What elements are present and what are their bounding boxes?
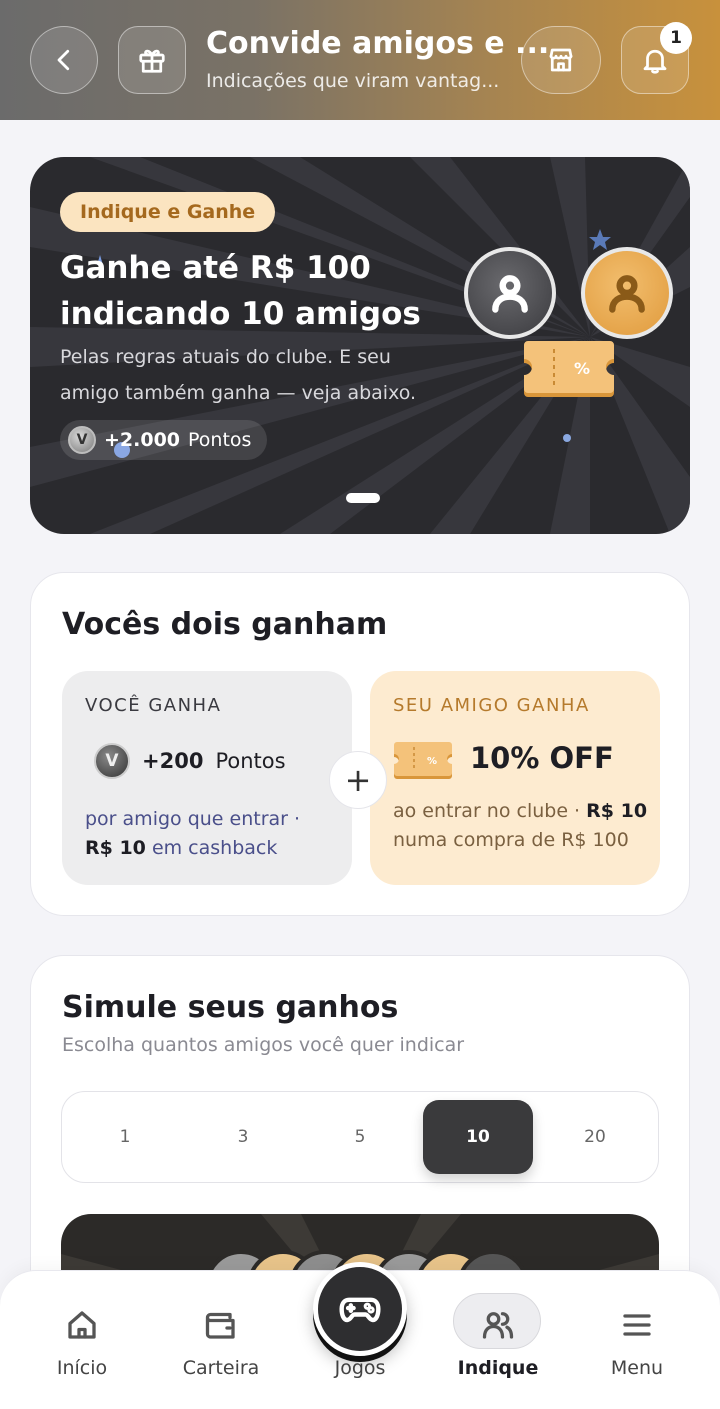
hero-points-pill: V +2.000 Pontos [60,420,268,460]
hero-description: Pelas regras atuais do clube. E seu amig… [60,339,460,411]
both-win-title: Vocês dois ganham [62,607,388,642]
hero-desc-line2: amigo também ganha — veja abaixo. [60,382,417,404]
friend-win-description: ao entrar no clube · R$ 10 numa compra d… [393,797,653,855]
friends-count-selector: 1 3 5 10 20 [61,1091,659,1183]
option-10-friends[interactable]: 10 [423,1100,533,1174]
menu-icon [623,1314,651,1336]
you-desc-line2: em cashback [145,837,278,859]
nav-label-menu: Menu [610,1357,664,1379]
nav-label-carteira: Carteira [182,1357,260,1379]
coin-letter: V [105,751,119,771]
gift-icon [139,49,165,73]
plus-icon: + [329,751,387,809]
hero-banner[interactable]: Indique e Ganhe Ganhe até R$ 100 indican… [30,157,690,534]
you-win-description: por amigo que entrar · R$ 10 em cashback [85,805,335,863]
hero-tag: Indique e Ganhe [60,192,276,232]
users-icon [482,1312,514,1339]
nav-item-indique[interactable]: Indique [433,1271,563,1409]
nav-label-indique: Indique [457,1357,539,1379]
games-fab-button[interactable] [313,1262,407,1356]
hero-title-line1: Ganhe até R$ 100 [60,250,371,286]
friend-desc-line1: ao entrar no clube · [393,800,587,822]
nav-item-carteira[interactable]: Carteira [156,1271,286,1409]
you-win-label: VOCÊ GANHA [85,695,222,716]
option-5-friends[interactable]: 5 [305,1100,415,1174]
points-coin-icon: V [94,743,130,779]
hero-points-unit: Pontos [188,429,252,451]
you-points-unit: Pontos [215,749,286,773]
nav-label-inicio: Início [56,1357,108,1379]
friend-desc-bold: R$ 10 [586,800,648,822]
store-button[interactable] [521,26,601,94]
you-win-box: VOCÊ GANHA V +200 Pontos por amigo que e… [62,671,352,885]
back-button[interactable] [30,26,98,94]
coin-letter: V [76,432,88,448]
friend-win-box: SEU AMIGO GANHA % 10% OFF ao entrar no c… [370,671,660,885]
simulate-title: Simule seus ganhos [62,990,399,1025]
page-title: Convide amigos e ... [206,26,550,61]
points-coin-icon: V [68,426,96,454]
hero-title: Ganhe até R$ 100 indicando 10 amigos [60,245,460,337]
friend-desc-line2: numa compra de R$ 100 [393,829,629,851]
friend-avatar-icon [581,247,673,339]
you-win-points: V +200 Pontos [94,743,286,779]
you-desc-line1: por amigo que entrar · [85,808,301,830]
app-header: Convide amigos e ... Indicações que vira… [0,0,720,120]
hero-title-line2: indicando 10 amigos [60,296,421,332]
both-win-card: Vocês dois ganham VOCÊ GANHA V +200 Pont… [30,572,690,916]
simulate-subtitle: Escolha quantos amigos você quer indicar [62,1034,465,1056]
page-subtitle: Indicações que viram vantag... [206,70,500,92]
discount-ticket-icon: % [524,341,614,397]
you-desc-bold: R$ 10 [85,837,146,859]
user-avatar-icon [464,247,556,339]
wallet-icon [205,1312,235,1339]
carousel-indicator[interactable] [346,493,380,503]
notification-badge: 1 [660,22,692,54]
ticket-symbol: % [427,756,437,767]
store-icon [549,48,573,72]
you-points-value: +200 [142,749,204,773]
gift-button[interactable] [118,26,186,94]
friend-win-label: SEU AMIGO GANHA [393,695,590,716]
friend-discount: 10% OFF [470,741,614,775]
hero-points-value: +2.000 [104,429,181,451]
option-20-friends[interactable]: 20 [540,1100,650,1174]
ticket-symbol: % [574,359,590,378]
option-3-friends[interactable]: 3 [188,1100,298,1174]
home-icon [68,1311,96,1339]
nav-item-inicio[interactable]: Início [17,1271,147,1409]
nav-label-jogos: Jogos [334,1357,386,1379]
nav-item-menu[interactable]: Menu [572,1271,702,1409]
gamepad-icon [339,1297,381,1323]
chevron-left-icon [57,49,70,71]
discount-ticket-icon: % [394,742,452,779]
hero-desc-line1: Pelas regras atuais do clube. E seu [60,346,391,368]
option-1-friends[interactable]: 1 [70,1100,180,1174]
